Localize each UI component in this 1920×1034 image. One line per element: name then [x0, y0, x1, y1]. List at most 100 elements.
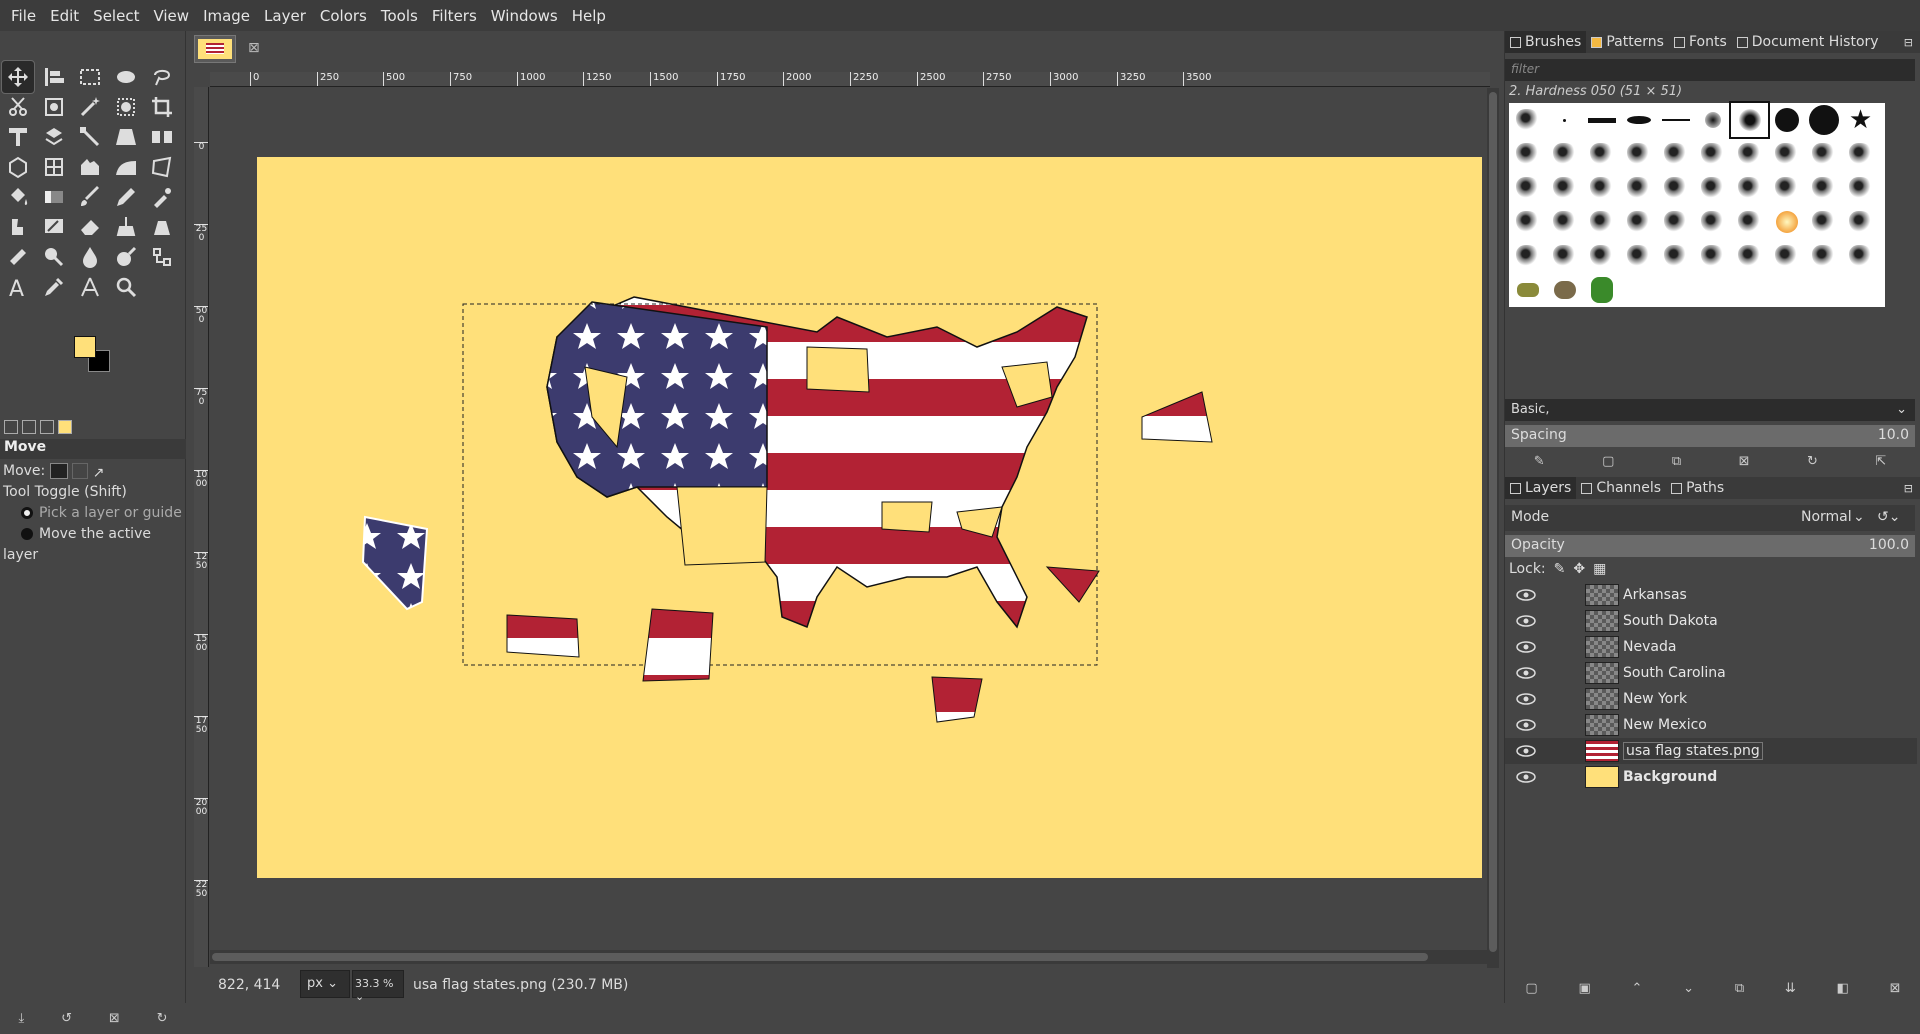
- lower-layer-icon[interactable]: ⌄: [1683, 981, 1694, 996]
- fuzzy-select-icon[interactable]: [74, 91, 106, 123]
- move-layer-mode-icon[interactable]: [49, 463, 68, 479]
- dock-menu-icon[interactable]: ⊟: [1904, 482, 1913, 495]
- brush-item[interactable]: [1509, 205, 1546, 239]
- dock-menu-icon[interactable]: ⊟: [1904, 36, 1913, 49]
- brush-item[interactable]: [1509, 103, 1546, 137]
- mode-row[interactable]: Mode Normal ⌄ ↺⌄: [1505, 505, 1915, 531]
- horizontal-scrollbar[interactable]: [210, 950, 1488, 964]
- dodge-burn-icon[interactable]: [110, 241, 142, 273]
- brush-item[interactable]: [1620, 171, 1657, 205]
- brush-item[interactable]: [1546, 171, 1583, 205]
- layer-mode-reset-icon[interactable]: ↺⌄: [1877, 509, 1900, 525]
- brush-item[interactable]: [1620, 205, 1657, 239]
- flip-icon[interactable]: [146, 121, 178, 153]
- brush-item[interactable]: [1805, 171, 1842, 205]
- brush-item[interactable]: [1546, 103, 1583, 137]
- perspective-clone-icon[interactable]: [146, 211, 178, 243]
- brush-item[interactable]: [1768, 171, 1805, 205]
- us-mainland-map[interactable]: [546, 296, 1088, 629]
- open-brush-icon[interactable]: ⇱: [1875, 454, 1886, 469]
- eye-icon[interactable]: [1515, 719, 1537, 731]
- brush-item[interactable]: [1768, 137, 1805, 171]
- tab-brushes[interactable]: Brushes: [1505, 31, 1587, 53]
- new-york-piece[interactable]: [1141, 391, 1213, 443]
- menu-colors[interactable]: Colors: [313, 7, 374, 25]
- eye-icon[interactable]: [1515, 745, 1537, 757]
- handle-transform-icon[interactable]: [74, 121, 106, 153]
- brush-item[interactable]: [1509, 137, 1546, 171]
- brush-item[interactable]: [1583, 171, 1620, 205]
- brush-item[interactable]: [1694, 239, 1731, 273]
- align-tool-icon[interactable]: [38, 61, 70, 93]
- lock-pixels-icon[interactable]: ✎: [1554, 561, 1566, 577]
- move-active-radio[interactable]: [21, 528, 33, 540]
- menu-filters[interactable]: Filters: [425, 7, 484, 25]
- brush-item[interactable]: [1842, 137, 1879, 171]
- brush-preset-select[interactable]: Basic, ⌄: [1505, 399, 1915, 421]
- layer-mask-icon[interactable]: ◧: [1837, 981, 1849, 996]
- crop-icon[interactable]: [146, 91, 178, 123]
- eye-icon[interactable]: [1515, 589, 1537, 601]
- brush-item[interactable]: [1694, 103, 1731, 137]
- airbrush-icon[interactable]: [146, 181, 178, 213]
- menu-help[interactable]: Help: [565, 7, 613, 25]
- duplicate-brush-icon[interactable]: ⧉: [1672, 454, 1681, 469]
- vertical-scroll-thumb[interactable]: [1489, 92, 1497, 952]
- horizontal-scroll-thumb[interactable]: [212, 953, 1428, 961]
- brush-item[interactable]: [1842, 205, 1879, 239]
- eye-icon[interactable]: [1515, 667, 1537, 679]
- layer-row[interactable]: New Mexico: [1505, 712, 1917, 738]
- brush-item[interactable]: [1768, 239, 1805, 273]
- warp-icon[interactable]: [74, 151, 106, 183]
- measure-icon[interactable]: [74, 271, 106, 303]
- free-select-icon[interactable]: [146, 61, 178, 93]
- brush-item[interactable]: [1657, 103, 1694, 137]
- text-icon[interactable]: A: [2, 271, 34, 303]
- brush-item[interactable]: [1546, 137, 1583, 171]
- mode-value[interactable]: Normal: [1801, 509, 1852, 525]
- warp-transform-icon[interactable]: [38, 121, 70, 153]
- move-selection-mode-icon[interactable]: [72, 463, 89, 479]
- layer-row[interactable]: New York: [1505, 686, 1917, 712]
- perspective-icon[interactable]: [110, 121, 142, 153]
- lock-position-icon[interactable]: ✥: [1573, 561, 1585, 577]
- merge-layer-icon[interactable]: ⇊: [1785, 981, 1796, 996]
- layer-row[interactable]: South Dakota: [1505, 608, 1917, 634]
- brush-item[interactable]: [1620, 137, 1657, 171]
- heal-icon[interactable]: [2, 241, 34, 273]
- eraser-icon[interactable]: [74, 211, 106, 243]
- brush-item[interactable]: [1583, 239, 1620, 273]
- brush-item[interactable]: [1805, 205, 1842, 239]
- brush-item[interactable]: [1657, 137, 1694, 171]
- brush-item[interactable]: [1509, 273, 1546, 307]
- brush-item[interactable]: [1546, 205, 1583, 239]
- layer-row[interactable]: South Carolina: [1505, 660, 1917, 686]
- layer-row[interactable]: Nevada: [1505, 634, 1917, 660]
- brush-item-selected[interactable]: [1729, 101, 1770, 139]
- tab-fonts[interactable]: Fonts: [1669, 31, 1732, 53]
- raise-layer-icon[interactable]: ⌃: [1632, 981, 1643, 996]
- blur-icon[interactable]: [74, 241, 106, 273]
- device-status-tab-icon[interactable]: [22, 420, 36, 434]
- lock-alpha-icon[interactable]: ▦: [1593, 561, 1606, 577]
- menu-view[interactable]: View: [146, 7, 196, 25]
- brush-item[interactable]: [1805, 239, 1842, 273]
- rect-select-icon[interactable]: [74, 61, 106, 93]
- pencil-icon[interactable]: [110, 181, 142, 213]
- eye-icon[interactable]: [1515, 693, 1537, 705]
- nevada-piece[interactable]: [361, 515, 429, 611]
- eye-icon[interactable]: [1515, 615, 1537, 627]
- south-dakota-piece[interactable]: [506, 614, 580, 658]
- gradient-icon[interactable]: [38, 181, 70, 213]
- tab-channels[interactable]: Channels: [1576, 477, 1666, 499]
- eye-icon[interactable]: [1515, 641, 1537, 653]
- menu-layer[interactable]: Layer: [257, 7, 313, 25]
- menu-windows[interactable]: Windows: [484, 7, 565, 25]
- brush-item[interactable]: [1509, 239, 1546, 273]
- pick-layer-radio[interactable]: [21, 507, 33, 519]
- color-select-icon[interactable]: [110, 91, 142, 123]
- mypaint-brush-icon[interactable]: [38, 211, 70, 243]
- new-layer-icon[interactable]: ▢: [1525, 981, 1537, 996]
- tab-patterns[interactable]: Patterns: [1586, 31, 1669, 53]
- opacity-slider[interactable]: Opacity 100.0: [1505, 535, 1915, 557]
